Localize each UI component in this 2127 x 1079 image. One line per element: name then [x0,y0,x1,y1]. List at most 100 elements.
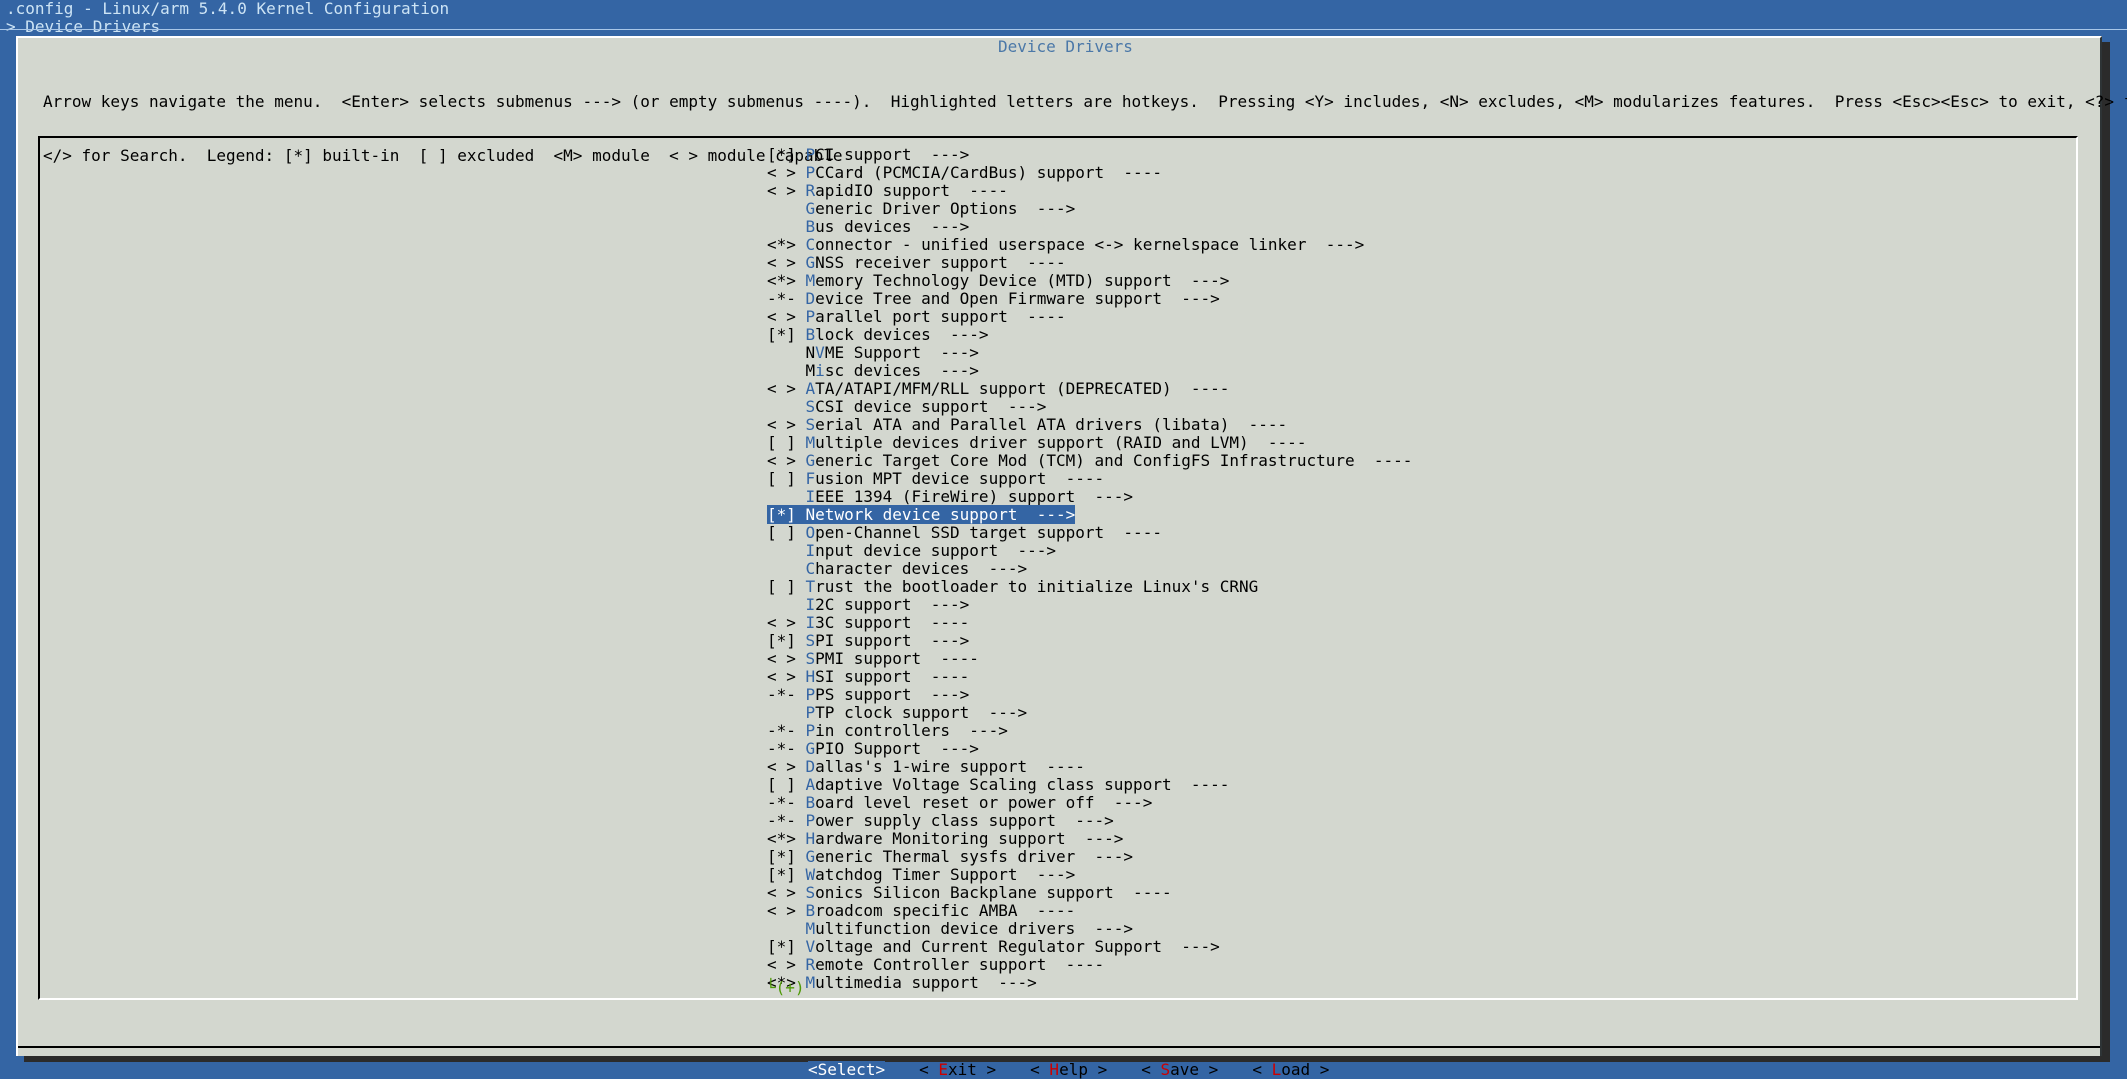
menu-item-hotkey: S [805,397,816,416]
menu-item-label: NSS receiver support ---- [815,253,1066,272]
menu-item-hotkey: P [805,721,816,740]
menu-item-state [767,397,806,416]
menu-item-state [767,541,806,560]
menu-item-label: ultifunction device drivers ---> [815,919,1134,938]
menu-item-hotkey: O [805,523,816,542]
menu-item[interactable]: [*] Watchdog Timer Support ---> [767,866,1412,884]
button-select[interactable]: <Select> [808,1061,886,1079]
menu-item-hotkey: N [805,505,816,524]
menu-item[interactable]: < > Parallel port support ---- [767,308,1412,326]
button-help[interactable]: < Help > [1030,1061,1107,1079]
menu-item[interactable]: [*] Generic Thermal sysfs driver ---> [767,848,1412,866]
button-save[interactable]: < Save > [1141,1061,1218,1079]
menu-item[interactable]: [ ] Multiple devices driver support (RAI… [767,434,1412,452]
menu-item-state: < > [767,667,806,686]
menu-item-hotkey: M [805,973,816,992]
button-label: elp > [1059,1060,1108,1079]
menu-item-state: < > [767,307,806,326]
menu-item[interactable]: -*- Power supply class support ---> [767,812,1412,830]
button-exit[interactable]: < Exit > [919,1061,996,1079]
menu-item[interactable]: < > Broadcom specific AMBA ---- [767,902,1412,920]
menu-item[interactable]: IEEE 1394 (FireWire) support ---> [767,488,1412,506]
menu-item[interactable]: Input device support ---> [767,542,1412,560]
button-load[interactable]: < Load > [1252,1061,1329,1079]
menu-item-label: atchdog Timer Support ---> [815,865,1076,884]
menu-item[interactable]: < > ATA/ATAPI/MFM/RLL support (DEPRECATE… [767,380,1412,398]
button-hotkey: H [1049,1060,1060,1079]
menu-item[interactable]: SCSI device support ---> [767,398,1412,416]
menu-item-state: [*] [767,847,806,866]
menu-item-state: <*> [767,829,806,848]
menu-item[interactable]: <*> Connector - unified userspace <-> ke… [767,236,1412,254]
menu-item-text: [*] Block devices ---> [767,325,989,344]
menu-item-text: < > I3C support ---- [767,613,969,632]
menu-item[interactable]: Character devices ---> [767,560,1412,578]
menu-item-label: eneric Target Core Mod (TCM) and ConfigF… [815,451,1413,470]
menu-item[interactable]: < > RapidIO support ---- [767,182,1412,200]
menu-item-label: EEE 1394 (FireWire) support ---> [815,487,1134,506]
menu-item-state: < > [767,379,806,398]
menu-item-hotkey: M [805,919,816,938]
menu-item[interactable]: [ ] Trust the bootloader to initialize L… [767,578,1412,596]
menu-item-hotkey: H [805,667,816,686]
menu-item[interactable]: < > I3C support ---- [767,614,1412,632]
menu-item[interactable]: [*] Network device support ---> [767,505,1412,524]
menu-item[interactable]: [*] SPI support ---> [767,632,1412,650]
menu-item-state: M [767,361,816,380]
menu-item-label: lock devices ---> [815,325,989,344]
menu-item[interactable]: -*- Board level reset or power off ---> [767,794,1412,812]
menu-item[interactable]: NVME Support ---> [767,344,1412,362]
menu-item[interactable]: < > GNSS receiver support ---- [767,254,1412,272]
menu-item[interactable]: <*> Multimedia support ---> [767,974,1412,992]
menu-item-hotkey: P [805,145,816,164]
menu-list[interactable]: [*] PCI support ---> < > PCCard (PCMCIA/C… [767,146,1412,992]
menu-item-hotkey: S [805,415,816,434]
menu-item[interactable]: < > Sonics Silicon Backplane support ---… [767,884,1412,902]
menu-item[interactable]: [ ] Adaptive Voltage Scaling class suppo… [767,776,1412,794]
menu-item-text: -*- PPS support ---> [767,685,969,704]
menu-item[interactable]: -*- GPIO Support ---> [767,740,1412,758]
menu-item[interactable]: [ ] Fusion MPT device support ---- [767,470,1412,488]
menu-item-label: rust the bootloader to initialize Linux'… [815,577,1259,596]
menu-item[interactable]: -*- PPS support ---> [767,686,1412,704]
menu-item-text: PTP clock support ---> [767,703,1028,722]
menu-item[interactable]: -*- Pin controllers ---> [767,722,1412,740]
menu-item[interactable]: [ ] Open-Channel SSD target support ---- [767,524,1412,542]
menu-item-label: PS support ---> [815,685,970,704]
menu-item[interactable]: < > Dallas's 1-wire support ---- [767,758,1412,776]
menu-item[interactable]: < > PCCard (PCMCIA/CardBus) support ---- [767,164,1412,182]
menu-item-state: < > [767,451,806,470]
menu-item-text: -*- Power supply class support ---> [767,811,1114,830]
menu-item-state: < > [767,757,806,776]
menu-item-text: < > RapidIO support ---- [767,181,1008,200]
menu-item[interactable]: Generic Driver Options ---> [767,200,1412,218]
menu-item-text: Character devices ---> [767,559,1028,578]
menu-item-state: <*> [767,235,806,254]
menu-item[interactable]: Misc devices ---> [767,362,1412,380]
menu-item[interactable]: < > Remote Controller support ---- [767,956,1412,974]
menu-item[interactable]: < > Generic Target Core Mod (TCM) and Co… [767,452,1412,470]
menu-item[interactable]: PTP clock support ---> [767,704,1412,722]
menu-item-text: < > SPMI support ---- [767,649,979,668]
help-line-1: Arrow keys navigate the menu. <Enter> se… [43,92,2127,111]
menu-item-text: < > Parallel port support ---- [767,307,1066,326]
menu-item[interactable]: [*] PCI support ---> [767,146,1412,164]
menu-item[interactable]: [*] Block devices ---> [767,326,1412,344]
menu-item-state [767,595,806,614]
menu-item-text: <*> Multimedia support ---> [767,973,1037,992]
menu-item[interactable]: < > HSI support ---- [767,668,1412,686]
menu-item[interactable]: Multifunction device drivers ---> [767,920,1412,938]
menu-item-label: eneric Driver Options ---> [815,199,1076,218]
menu-item[interactable]: -*- Device Tree and Open Firmware suppor… [767,290,1412,308]
menu-item[interactable]: < > Serial ATA and Parallel ATA drivers … [767,416,1412,434]
menu-item-hotkey: G [805,739,816,758]
menu-item[interactable]: < > SPMI support ---- [767,650,1412,668]
menu-item-hotkey: S [805,631,816,650]
menu-item-text: [ ] Adaptive Voltage Scaling class suppo… [767,775,1229,794]
menu-item[interactable]: [*] Voltage and Current Regulator Suppor… [767,938,1412,956]
menu-item[interactable]: I2C support ---> [767,596,1412,614]
window-title: .config - Linux/arm 5.4.0 Kernel Configu… [6,0,450,18]
menu-item[interactable]: <*> Hardware Monitoring support ---> [767,830,1412,848]
menu-item[interactable]: <*> Memory Technology Device (MTD) suppo… [767,272,1412,290]
menu-item[interactable]: Bus devices ---> [767,218,1412,236]
